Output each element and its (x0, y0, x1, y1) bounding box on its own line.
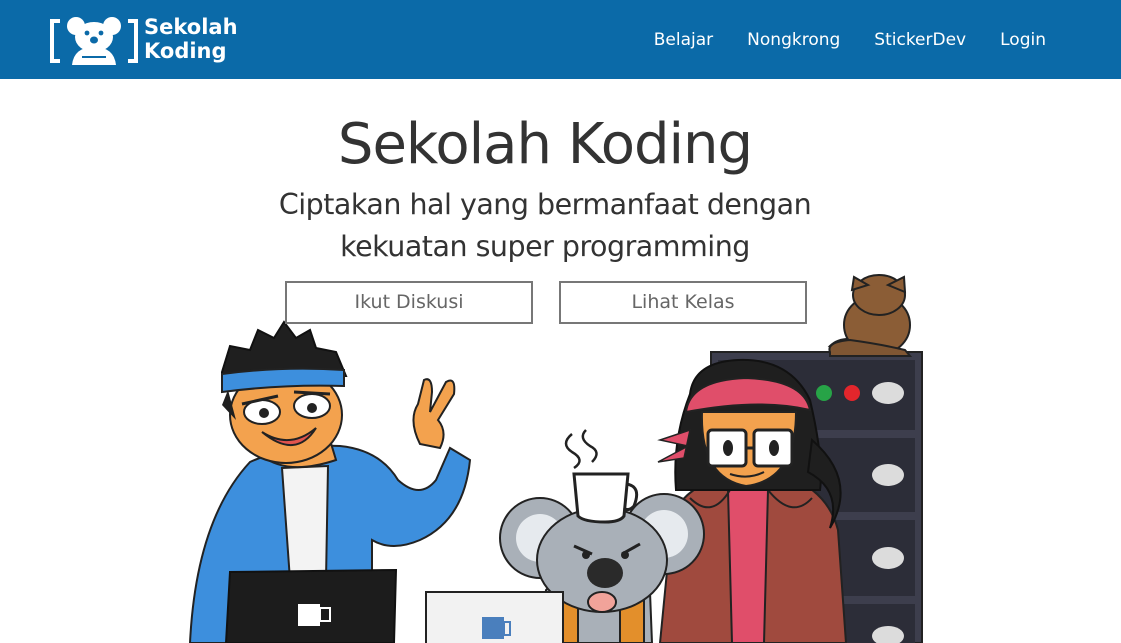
server-rack (710, 351, 923, 643)
brand-name: Sekolah Koding (144, 15, 238, 63)
nav-item-belajar[interactable]: Belajar (654, 30, 713, 50)
nav-menu: Belajar Nongkrong StickerDev Login (620, 0, 1046, 79)
black-laptop (224, 568, 398, 643)
koala-logo-icon (50, 17, 138, 65)
hero-subtitle-line-1: Ciptakan hal yang bermanfaat dengan (278, 188, 812, 221)
white-laptop (425, 591, 564, 643)
brand-line-1: Sekolah (144, 15, 238, 39)
girl-figure (657, 358, 848, 643)
top-navbar: Sekolah Koding Belajar Nongkrong Sticker… (0, 0, 1121, 79)
brand-line-2: Koding (144, 39, 227, 63)
site-logo[interactable]: Sekolah Koding (50, 13, 250, 69)
ikut-diskusi-button[interactable]: Ikut Diskusi (285, 281, 533, 324)
hero-subtitle: Ciptakan hal yang bermanfaat dengan keku… (0, 184, 1090, 268)
lihat-kelas-button[interactable]: Lihat Kelas (559, 281, 807, 324)
hero-subtitle-line-2: kekuatan super programming (340, 230, 750, 263)
nav-item-nongkrong[interactable]: Nongkrong (747, 30, 840, 50)
boy-figure (188, 320, 472, 643)
cat-figure (827, 274, 913, 357)
coffee-mug (564, 429, 639, 524)
nav-item-login[interactable]: Login (1000, 30, 1046, 50)
nav-item-stickerdev[interactable]: StickerDev (874, 30, 966, 50)
koala-mascot (499, 493, 705, 643)
hero-title: Sekolah Koding (337, 112, 753, 177)
